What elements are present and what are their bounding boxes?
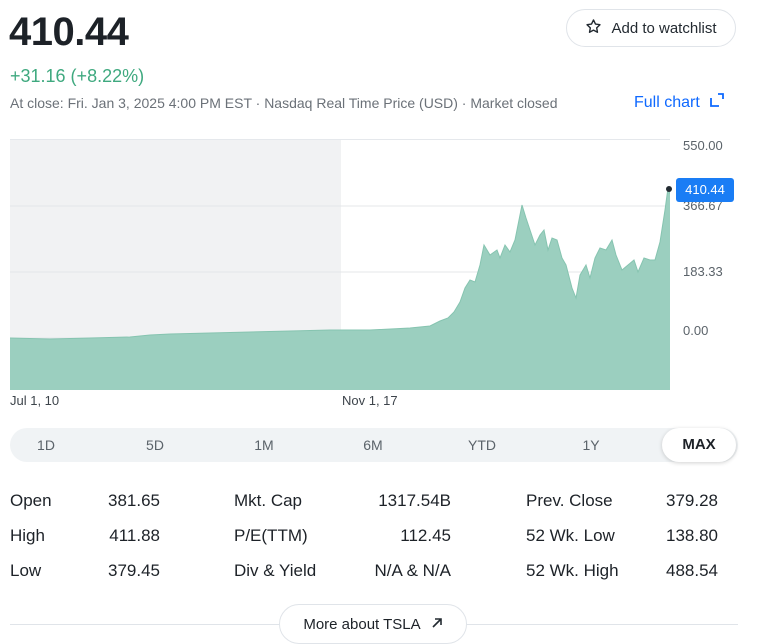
stat-value-mkt-cap: 1317.54B bbox=[378, 491, 451, 510]
stat-value-52wk-high: 488.54 bbox=[666, 561, 718, 580]
add-to-watchlist-button[interactable]: Add to watchlist bbox=[566, 9, 736, 47]
y-axis-tick: 0.00 bbox=[683, 323, 709, 338]
stat-value-prev-close: 379.28 bbox=[666, 491, 718, 510]
stat-label-52wk-low: 52 Wk. Low bbox=[526, 526, 615, 545]
stat-value-low: 379.45 bbox=[108, 561, 160, 580]
full-chart-label: Full chart bbox=[634, 93, 700, 111]
y-axis-tick: 550.00 bbox=[683, 138, 723, 153]
arrow-up-right-icon bbox=[431, 616, 443, 633]
y-axis-tick: 183.33 bbox=[683, 264, 723, 279]
x-axis-tick: Jul 1, 10 bbox=[10, 393, 60, 408]
stat-value-div-yield: N/A & N/A bbox=[374, 561, 451, 580]
stat-label-52wk-high: 52 Wk. High bbox=[526, 561, 619, 580]
current-price: 410.44 bbox=[9, 10, 129, 54]
stat-label-mkt-cap: Mkt. Cap bbox=[234, 491, 303, 510]
time-range-selector: 1D 5D 1M 6M YTD 1Y MAX bbox=[10, 428, 738, 462]
more-about-button[interactable]: More about TSLA bbox=[279, 604, 467, 644]
expand-icon bbox=[709, 93, 724, 112]
stat-value-52wk-low: 138.80 bbox=[666, 526, 718, 545]
stat-value-open: 381.65 bbox=[108, 491, 160, 510]
stat-label-prev-close: Prev. Close bbox=[526, 491, 613, 510]
range-tab-ytd[interactable]: YTD bbox=[452, 428, 512, 462]
current-price-marker bbox=[666, 186, 672, 192]
stat-label-low: Low bbox=[10, 561, 42, 580]
market-close-info: At close: Fri. Jan 3, 2025 4:00 PM EST ·… bbox=[10, 95, 558, 111]
stat-label-open: Open bbox=[10, 491, 52, 510]
stat-label-pe: P/E(TTM) bbox=[234, 526, 308, 545]
range-tab-5d[interactable]: 5D bbox=[125, 428, 185, 462]
range-tab-1y[interactable]: 1Y bbox=[561, 428, 621, 462]
more-about-label: More about TSLA bbox=[303, 615, 421, 633]
stat-label-div-yield: Div & Yield bbox=[234, 561, 317, 580]
star-icon bbox=[585, 18, 602, 39]
x-axis-tick: Nov 1, 17 bbox=[342, 393, 398, 408]
add-to-watchlist-label: Add to watchlist bbox=[611, 19, 717, 37]
range-tab-1d[interactable]: 1D bbox=[16, 428, 76, 462]
stat-label-high: High bbox=[10, 526, 45, 545]
current-price-tag: 410.44 bbox=[676, 178, 734, 202]
price-change: +31.16 (+8.22%) bbox=[10, 66, 145, 86]
stat-value-high: 411.88 bbox=[109, 526, 160, 545]
stat-value-pe: 112.45 bbox=[400, 526, 451, 545]
range-tab-1m[interactable]: 1M bbox=[234, 428, 294, 462]
range-tab-6m[interactable]: 6M bbox=[343, 428, 403, 462]
range-tab-max[interactable]: MAX bbox=[662, 428, 736, 462]
full-chart-link[interactable]: Full chart bbox=[634, 93, 724, 112]
price-chart[interactable] bbox=[10, 139, 670, 390]
